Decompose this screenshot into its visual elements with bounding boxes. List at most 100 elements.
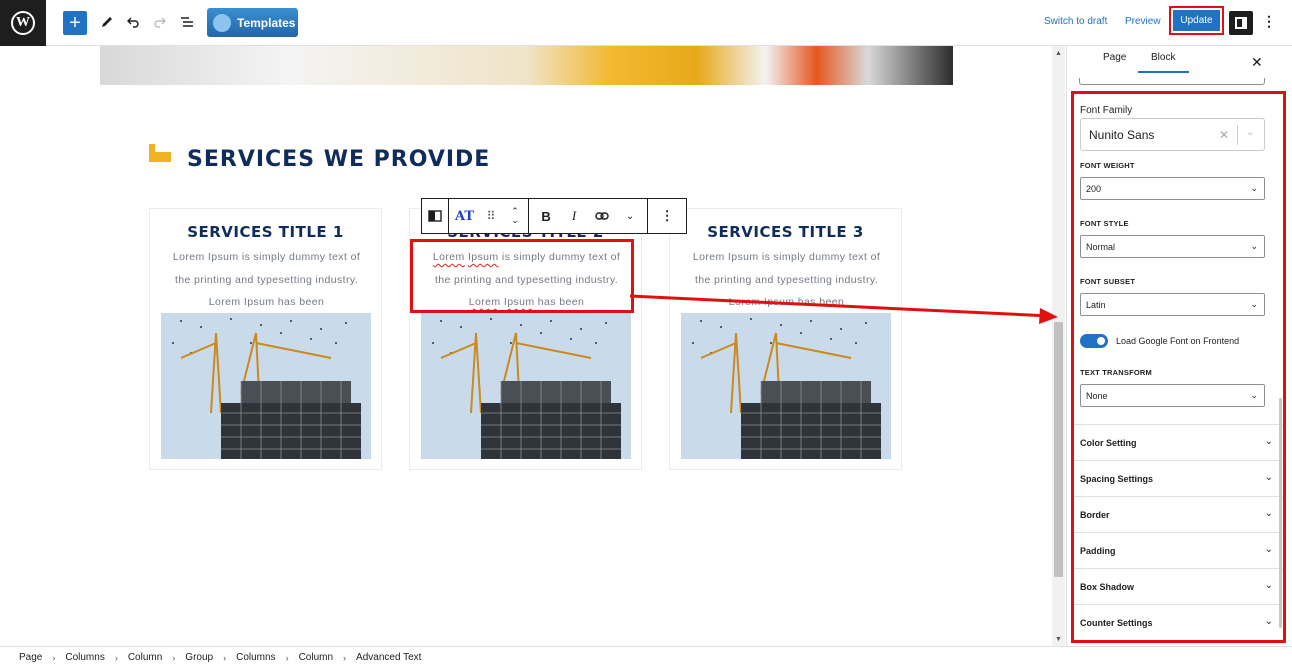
chevron-right-icon: ›	[285, 652, 289, 663]
more-options-icon[interactable]: ⋮	[1262, 13, 1276, 30]
italic-button[interactable]: I	[567, 208, 581, 224]
chevron-down-icon: ⌄	[1250, 241, 1258, 251]
breadcrumb-item[interactable]: Columns	[236, 652, 275, 663]
document-overview-icon[interactable]	[180, 9, 194, 35]
advanced-text-block-icon[interactable]: AT	[455, 209, 474, 224]
wordpress-logo-icon[interactable]: W	[0, 0, 46, 46]
card-text-line: the printing and typesetting industry.	[174, 273, 359, 286]
font-weight-select[interactable]: 200 ⌄	[1080, 177, 1265, 200]
font-subset-select[interactable]: Latin ⌄	[1080, 293, 1265, 316]
accordion-padding[interactable]: Padding ⌄	[1074, 532, 1283, 568]
card-text-line: Lorem Ipsum is simply dummy text of	[692, 251, 881, 263]
construction-crane-image[interactable]	[421, 313, 631, 459]
templates-icon	[213, 13, 231, 32]
block-options-icon[interactable]: ⋮	[660, 208, 674, 224]
settings-sidebar: Page Block ✕ Font Family Nunito Sans ✕ ⌄…	[1066, 46, 1292, 646]
breadcrumb-item[interactable]: Columns	[65, 652, 104, 663]
accordion-border[interactable]: Border ⌄	[1074, 496, 1283, 532]
breadcrumb-item[interactable]: Group	[185, 652, 213, 663]
chevron-down-icon: ⌄	[1264, 616, 1273, 627]
sidebar-tabs: Page Block ✕	[1067, 46, 1292, 76]
font-style-select[interactable]: Normal ⌄	[1080, 235, 1265, 258]
chevron-down-icon: ⌄	[1264, 580, 1273, 591]
settings-sidebar-toggle-icon[interactable]	[1229, 11, 1253, 35]
scroll-up-icon[interactable]: ▲	[1055, 50, 1062, 57]
font-weight-label: FONT WEIGHT	[1080, 161, 1135, 170]
chevron-right-icon: ›	[114, 652, 118, 663]
breadcrumb-item[interactable]: Column	[128, 652, 162, 663]
breadcrumb-item[interactable]: Column	[299, 652, 333, 663]
font-family-select[interactable]: Nunito Sans ✕ ⌄	[1080, 118, 1265, 151]
chevron-down-icon: ⌄	[1264, 472, 1273, 483]
undo-icon[interactable]	[126, 9, 140, 35]
factory-icon	[149, 144, 171, 162]
chevron-right-icon: ›	[172, 652, 176, 663]
preview-link[interactable]: Preview	[1125, 16, 1161, 27]
section-heading[interactable]: SERVICES WE PROVIDE	[187, 147, 490, 172]
service-card-title[interactable]: SERVICES TITLE 1	[150, 223, 381, 241]
add-block-button[interactable]: +	[63, 11, 87, 35]
wordpress-logo-mark: W	[11, 11, 35, 35]
font-style-value: Normal	[1086, 242, 1116, 252]
editor-top-toolbar: W + Templates Switch to draft Preview Up…	[0, 0, 1292, 46]
previous-field-edge	[1079, 78, 1265, 85]
accordion-label: Color Setting	[1080, 438, 1137, 448]
switch-to-draft-link[interactable]: Switch to draft	[1044, 16, 1107, 27]
move-up-down-icon[interactable]: ⌃ ⌄	[508, 207, 522, 225]
text-transform-value: None	[1086, 391, 1108, 401]
redo-icon[interactable]	[153, 9, 167, 35]
columns-block-icon[interactable]	[428, 210, 442, 222]
chevron-right-icon: ›	[343, 652, 347, 663]
font-subset-label: FONT SUBSET	[1080, 277, 1136, 286]
accordion-box-shadow[interactable]: Box Shadow ⌄	[1074, 568, 1283, 604]
block-breadcrumb: Page › Columns › Column › Group › Column…	[0, 646, 1292, 668]
tab-block[interactable]: Block	[1138, 52, 1190, 73]
construction-crane-image[interactable]	[681, 313, 891, 459]
service-card-1[interactable]: SERVICES TITLE 1 Lorem Ipsum is simply d…	[149, 208, 382, 470]
load-google-font-toggle[interactable]	[1080, 334, 1108, 348]
chevron-right-icon: ›	[52, 652, 56, 663]
breadcrumb-item[interactable]: Page	[19, 652, 42, 663]
block-toolbar: AT ⠿ ⌃ ⌄ B I ⌄ ⋮	[421, 198, 688, 234]
accordion-counter-settings[interactable]: Counter Settings ⌄	[1074, 604, 1283, 640]
service-card-title[interactable]: SERVICES TITLE 3	[670, 223, 901, 241]
accordion-spacing-settings[interactable]: Spacing Settings ⌄	[1074, 460, 1283, 496]
chevron-right-icon: ›	[223, 652, 227, 663]
service-card-3[interactable]: SERVICES TITLE 3 Lorem Ipsum is simply d…	[669, 208, 902, 470]
service-card-text[interactable]: Lorem Ipsum is simply dummy text of the …	[156, 246, 377, 314]
accordion-label: Counter Settings	[1080, 618, 1153, 628]
breadcrumb-item-current: Advanced Text	[356, 652, 422, 663]
close-icon[interactable]: ✕	[1251, 54, 1263, 71]
font-family-label: Font Family	[1080, 105, 1133, 116]
tab-page[interactable]: Page	[1103, 52, 1126, 63]
card-text-line: Lorem Ipsum has been	[208, 296, 325, 308]
accordion-color-setting[interactable]: Color Setting ⌄	[1074, 424, 1283, 460]
update-button[interactable]: Update	[1173, 10, 1220, 31]
more-formats-chevron-icon[interactable]: ⌄	[623, 211, 637, 222]
font-weight-value: 200	[1086, 184, 1102, 194]
templates-label: Templates	[237, 15, 296, 30]
clear-icon[interactable]: ✕	[1219, 128, 1229, 142]
block-parent-segment	[422, 199, 449, 233]
text-transform-select[interactable]: None ⌄	[1080, 384, 1265, 407]
update-highlight-box: Update	[1169, 6, 1224, 35]
accordion-label: Spacing Settings	[1080, 474, 1154, 484]
drag-handle-icon[interactable]: ⠿	[484, 209, 498, 223]
chevron-down-icon: ⌄	[1250, 299, 1258, 309]
accordion-label: Border	[1080, 510, 1110, 520]
link-icon[interactable]	[595, 211, 609, 221]
font-family-value: Nunito Sans	[1089, 128, 1155, 142]
text-transform-label: TEXT TRANSFORM	[1080, 368, 1152, 377]
templates-button[interactable]: Templates	[207, 8, 298, 37]
scroll-down-icon[interactable]: ▼	[1055, 636, 1062, 643]
chevron-down-icon: ⌄	[1250, 390, 1258, 400]
hero-image	[100, 46, 953, 85]
canvas-scrollbar-thumb[interactable]	[1054, 322, 1063, 577]
canvas-scrollbar[interactable]: ▲ ▼	[1052, 46, 1065, 646]
editor-canvas: SERVICES WE PROVIDE SERVICES TITLE 1 Lor…	[0, 46, 1052, 646]
sidebar-scrollbar-thumb[interactable]	[1279, 398, 1282, 628]
construction-crane-image[interactable]	[161, 313, 371, 459]
tools-pencil-icon[interactable]	[100, 9, 114, 35]
chevron-down-icon[interactable]: ⌄	[1246, 127, 1254, 138]
bold-button[interactable]: B	[539, 209, 553, 224]
